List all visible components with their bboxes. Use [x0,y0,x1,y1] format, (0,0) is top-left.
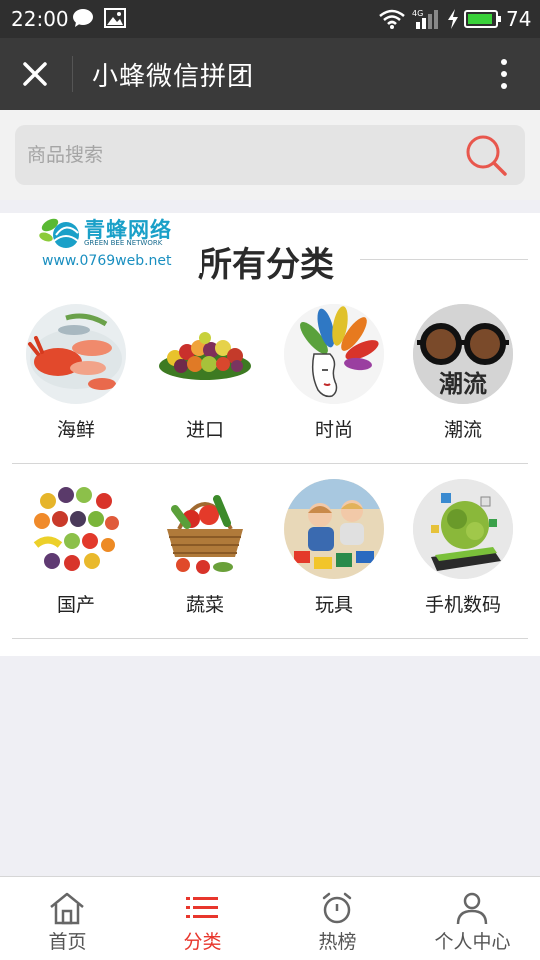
message-icon [72,8,94,32]
search-icon [466,135,507,176]
close-button[interactable] [18,57,52,91]
battery-icon [464,10,502,32]
category-vegetable[interactable]: 蔬菜 [140,476,270,626]
category-label: 蔬菜 [185,594,224,616]
category-label: 玩具 [314,594,353,616]
category-label: 潮流 [443,419,482,441]
row-divider [12,638,528,639]
trend-overlay-text: 潮流 [439,370,487,398]
signal-icon: 4G [412,8,442,34]
person-icon [453,891,491,925]
list-icon [183,891,221,925]
battery-level: 74 [506,7,532,31]
close-icon [23,62,47,86]
seafood-image [26,304,126,404]
fashion-image [284,304,384,404]
alarm-clock-icon [318,891,356,925]
vegetable-basket-image [155,479,255,579]
tab-label: 首页 [48,931,87,953]
search-box [15,125,525,185]
category-digital[interactable]: 手机数码 [398,476,528,626]
status-time: 22:00 [11,7,69,31]
logo-url: www.0769web.net [42,253,172,269]
wifi-icon [378,8,406,34]
tab-hot[interactable]: 热榜 [270,877,405,960]
search-input[interactable] [15,125,455,185]
tab-label: 热榜 [318,931,357,953]
category-label: 手机数码 [424,594,501,616]
category-label: 国产 [56,594,95,616]
charging-icon [446,8,460,34]
category-imported[interactable]: 进口 [140,301,270,451]
home-icon [48,891,86,925]
tab-category[interactable]: 分类 [135,877,270,960]
category-row: 国产 蔬菜 玩具 手机数码 [0,476,540,646]
row-divider [12,463,528,464]
bee-logo-icon [38,213,84,253]
nav-divider [72,56,73,92]
page-title: 小蜂微信拼团 [92,62,255,92]
status-bar: 22:00 4G 74 [0,0,540,38]
more-button[interactable] [490,56,518,92]
more-vertical-icon [501,59,507,89]
category-label: 进口 [185,419,224,441]
category-seafood[interactable]: 海鲜 [11,301,141,451]
category-toys[interactable]: 玩具 [269,476,399,626]
network-type: 4G [412,9,423,18]
tab-label: 个人中心 [434,931,511,953]
search-button[interactable] [463,132,509,178]
category-label: 时尚 [314,419,353,441]
tab-profile[interactable]: 个人中心 [405,877,540,960]
nav-bar: 小蜂微信拼团 [0,38,540,110]
category-trend[interactable]: 潮流 潮流 [398,301,528,451]
section-heading: 所有分类 [198,245,334,285]
watermark-logo: 青蜂网络 GREEN BEE NETWORK www.0769web.net [2,213,202,273]
bottom-tab-bar: 首页 分类 热榜 个人中心 [0,876,540,960]
trend-glasses-image: 潮流 [413,304,513,404]
tab-label: 分类 [183,931,222,953]
image-icon [104,8,126,32]
category-row: 海鲜 进口 时尚 潮流 潮流 [0,301,540,471]
divider-right [360,259,528,260]
category-fashion[interactable]: 时尚 [269,301,399,451]
category-panel: 所有分类 青蜂网络 GREEN BEE NETWORK www.0769web.… [0,213,540,656]
category-label: 海鲜 [56,419,95,441]
category-domestic[interactable]: 国产 [11,476,141,626]
tab-home[interactable]: 首页 [0,877,135,960]
toys-image [284,479,384,579]
digital-image [413,479,513,579]
imported-fruit-image [155,304,255,404]
domestic-fruit-image [26,479,126,579]
search-section [0,110,540,200]
logo-name-en: GREEN BEE NETWORK [84,239,163,247]
